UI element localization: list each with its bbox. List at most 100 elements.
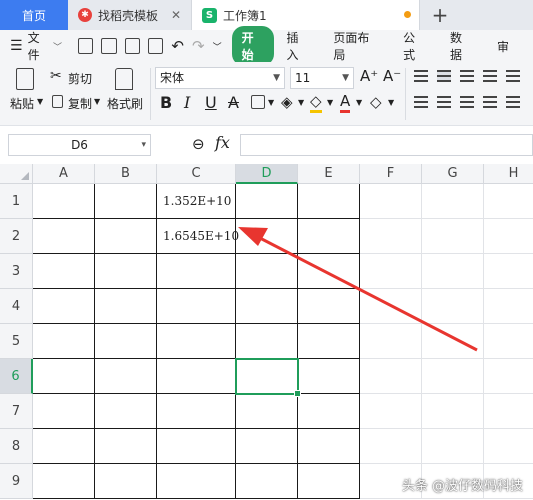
row-header-1[interactable]: 1 [0,184,33,219]
cell-g2[interactable] [422,219,484,254]
chevron-down-icon[interactable]: ▼ [298,98,304,107]
cell-f1[interactable] [360,184,422,219]
tab-formulas[interactable]: 公式 [403,29,426,63]
cell-f8[interactable] [360,429,422,464]
tab-workbook[interactable]: S 工作簿1 [192,0,420,30]
align-top-icon[interactable] [414,70,428,82]
cell-a2[interactable] [33,219,95,254]
close-icon[interactable]: ✕ [171,8,181,22]
borders-icon[interactable] [251,95,265,109]
cell-e9[interactable] [298,464,360,499]
cell-f4[interactable] [360,289,422,324]
font-color-icon[interactable]: A [340,92,351,113]
cell-b9[interactable] [95,464,157,499]
selected-cell-d6[interactable] [235,358,301,397]
formula-input[interactable] [240,134,533,156]
cell-c6[interactable] [157,359,236,394]
chevron-down-icon[interactable]: ▼ [268,98,274,107]
underline-button[interactable]: U [205,93,217,112]
tab-data[interactable]: 数据 [450,29,473,63]
cell-c2[interactable]: 1.6545E+10 [157,219,239,254]
save-icon[interactable] [78,38,94,54]
cell-c1[interactable]: 1.352E+10 [157,184,236,219]
print-preview-icon[interactable] [148,38,164,54]
column-header-g[interactable]: G [422,164,484,184]
row-header-3[interactable]: 3 [0,254,33,289]
chevron-down-icon[interactable]: ▼ [327,98,333,107]
indent-increase-icon[interactable] [506,70,520,82]
cell-d4[interactable] [236,289,298,324]
distributed-icon[interactable] [506,96,520,108]
cell-e5[interactable] [298,324,360,359]
undo-icon[interactable]: ↶ [171,37,184,55]
cell-f2[interactable] [360,219,422,254]
cell-d9[interactable] [236,464,298,499]
cell-e6[interactable] [298,359,360,394]
align-middle-icon[interactable] [437,70,451,82]
chevron-down-icon[interactable]: ▼ [37,97,43,106]
cell-f3[interactable] [360,254,422,289]
tab-home[interactable]: 首页 [0,0,68,30]
cell-b3[interactable] [95,254,157,289]
row-header-9[interactable]: 9 [0,464,33,499]
align-center-icon[interactable] [437,96,451,108]
cell-h2[interactable] [484,219,533,254]
cell-e3[interactable] [298,254,360,289]
cell-b5[interactable] [95,324,157,359]
cell-b1[interactable] [95,184,157,219]
cell-h1[interactable] [484,184,533,219]
cell-h7[interactable] [484,394,533,429]
cell-g1[interactable] [422,184,484,219]
cell-h6[interactable] [484,359,533,394]
cell-f5[interactable] [360,324,422,359]
file-menu[interactable]: ☰ 文件 ﹀ [10,29,62,63]
cell-g3[interactable] [422,254,484,289]
italic-button[interactable]: I [184,93,190,112]
eraser-icon[interactable]: ◇ [370,93,382,111]
copy-button[interactable]: 复制 [68,95,92,112]
zoom-search-icon[interactable]: ⊖ [192,135,205,153]
indent-decrease-icon[interactable] [483,70,497,82]
align-left-icon[interactable] [414,96,428,108]
cell-c7[interactable] [157,394,236,429]
cell-b4[interactable] [95,289,157,324]
paste-icon[interactable] [16,68,34,90]
cell-d3[interactable] [236,254,298,289]
highlight-icon[interactable]: ◇ [310,92,322,113]
tab-review[interactable]: 审 [497,38,509,55]
strikethrough-button[interactable]: A [228,93,239,112]
increase-font-button[interactable]: A⁺ [360,67,378,85]
chevron-down-icon[interactable]: ▼ [94,97,100,106]
tab-start[interactable]: 开始 [231,26,275,66]
format-painter-button[interactable]: 格式刷 [107,95,143,112]
cell-f7[interactable] [360,394,422,429]
cell-h5[interactable] [484,324,533,359]
cell-a7[interactable] [33,394,95,429]
paste-button[interactable]: 粘贴 [10,95,34,112]
cell-a5[interactable] [33,324,95,359]
cell-e2[interactable] [298,219,360,254]
cell-d7[interactable] [236,394,298,429]
cell-c4[interactable] [157,289,236,324]
cell-g5[interactable] [422,324,484,359]
cut-button[interactable]: 剪切 [68,70,92,87]
cell-a8[interactable] [33,429,95,464]
column-header-e[interactable]: E [298,164,360,184]
cell-d2[interactable] [236,219,298,254]
cell-b7[interactable] [95,394,157,429]
chevron-down-icon[interactable]: ▼ [356,98,362,107]
column-header-f[interactable]: F [360,164,422,184]
cell-d1[interactable] [236,184,298,219]
cell-g7[interactable] [422,394,484,429]
column-header-h[interactable]: H [484,164,533,184]
cell-e8[interactable] [298,429,360,464]
cell-c5[interactable] [157,324,236,359]
new-tab-button[interactable]: + [420,0,460,30]
row-header-4[interactable]: 4 [0,289,33,324]
export-icon[interactable] [101,38,117,54]
column-header-b[interactable]: B [95,164,157,184]
cell-b2[interactable] [95,219,157,254]
cell-g4[interactable] [422,289,484,324]
cell-c8[interactable] [157,429,236,464]
cell-a4[interactable] [33,289,95,324]
